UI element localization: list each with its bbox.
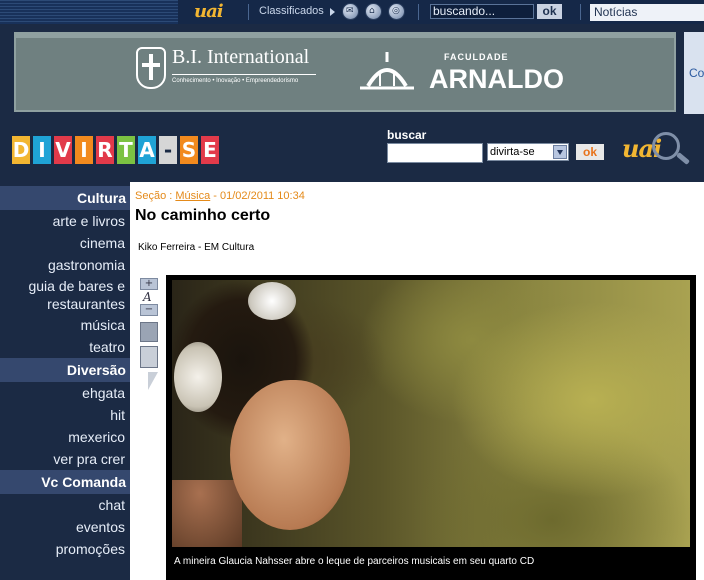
- section-line: Seção : Música - 01/02/2011 10:34: [135, 190, 305, 202]
- globe-icon[interactable]: ◎: [388, 3, 405, 20]
- sidebar-nav: Cultura arte e livros cinema gastronomia gui…: [0, 186, 130, 580]
- print-icon[interactable]: [140, 346, 158, 368]
- buscar-label: buscar: [387, 128, 427, 142]
- decorative-stripes: [0, 0, 178, 24]
- article-title: No caminho certo: [135, 207, 271, 224]
- photo-caption: A mineira Glaucia Nahsser abre o leque d…: [174, 556, 535, 567]
- banner-stripe: [16, 34, 674, 38]
- crest-icon: [136, 47, 166, 89]
- uai-logo[interactable]: uai: [610, 128, 694, 174]
- divider: [418, 4, 419, 20]
- article-date: - 01/02/2011 10:34: [213, 190, 305, 202]
- photo-shoulder: [172, 480, 242, 547]
- side-ad[interactable]: Co: [684, 32, 704, 114]
- buscar-ok-button[interactable]: ok: [576, 144, 604, 160]
- article-photo[interactable]: [172, 280, 690, 547]
- sidebar-item[interactable]: eventos: [0, 516, 130, 538]
- zoom-in-button[interactable]: +: [140, 278, 158, 290]
- top-search-input[interactable]: buscando...: [430, 4, 534, 19]
- top-search-ok-button[interactable]: ok: [537, 4, 562, 19]
- brand-letter-tile: R: [96, 136, 114, 164]
- sidebar-section-1[interactable]: Diversão: [0, 358, 130, 382]
- buscar-input[interactable]: [387, 143, 483, 163]
- buscar-category-select[interactable]: divirta-se: [487, 143, 569, 161]
- brand-letter-tile: E: [201, 136, 219, 164]
- article-author: Kiko Ferreira - EM Cultura: [138, 242, 255, 253]
- secao-musica-link[interactable]: Música: [175, 190, 210, 202]
- brand-letter-tile: S: [180, 136, 198, 164]
- mail-icon[interactable]: ✉: [342, 3, 359, 20]
- brand-letter-tile: -: [159, 136, 177, 164]
- sidebar-item[interactable]: arte e livros: [0, 210, 130, 232]
- brand-letter-tile: V: [54, 136, 72, 164]
- font-size-icon: A: [143, 290, 152, 304]
- arnaldo-label: ARNALDO: [429, 64, 564, 94]
- sidebar-item[interactable]: promoções: [0, 538, 130, 560]
- sidebar-item[interactable]: chat: [0, 494, 130, 516]
- article-photo-frame: A mineira Glaucia Nahsser abre o leque d…: [166, 275, 696, 580]
- divider: [172, 74, 316, 75]
- sidebar-item[interactable]: hit: [0, 404, 130, 426]
- sidebar-item[interactable]: cinema: [0, 232, 130, 254]
- sidebar-item[interactable]: mexerico: [0, 426, 130, 448]
- divider: [248, 4, 249, 20]
- zoom-out-button[interactable]: −: [140, 304, 158, 316]
- brand-letter-tile: D: [12, 136, 30, 164]
- magnifier-handle: [676, 152, 690, 165]
- bi-international-name: B.I. International: [172, 46, 310, 68]
- banner-area: B.I. International Conhecimento • Inovaç…: [0, 24, 704, 120]
- brand-letter-tile: T: [117, 136, 135, 164]
- photo-face: [230, 380, 350, 530]
- sidebar-item[interactable]: ehgata: [0, 382, 130, 404]
- tools-pointer: [148, 372, 158, 390]
- arrow-right-icon: [330, 8, 335, 16]
- top-bar: uai Classificados ✉ ⌂ ◎ buscando... ok N…: [0, 0, 704, 24]
- brand-letter-tile: I: [33, 136, 51, 164]
- divider: [580, 4, 581, 20]
- bi-tagline: Conhecimento • Inovação • Empreendedoris…: [172, 78, 299, 84]
- sidebar-item[interactable]: guia de bares e restaurantes: [0, 276, 130, 314]
- chevron-down-icon[interactable]: [553, 145, 567, 159]
- buscar-select-value: divirta-se: [490, 146, 535, 158]
- article-content: Seção : Música - 01/02/2011 10:34 No cam…: [130, 182, 704, 580]
- side-ad-text: Co: [689, 66, 704, 80]
- photo-flower: [248, 282, 296, 320]
- brand-bar: DIVIRTA-SE buscar divirta-se ok uai: [0, 120, 704, 182]
- faculdade-label: FACULDADE: [444, 52, 509, 62]
- ad-banner[interactable]: B.I. International Conhecimento • Inovaç…: [14, 32, 676, 112]
- sidebar-section-0[interactable]: Cultura: [0, 186, 130, 210]
- sidebar-item[interactable]: teatro: [0, 336, 130, 358]
- sidebar-item[interactable]: música: [0, 314, 130, 336]
- secao-label: Seção :: [135, 190, 173, 202]
- email-icon[interactable]: [140, 322, 158, 342]
- brand-letter-tile: I: [75, 136, 93, 164]
- brand-letter-tile: A: [138, 136, 156, 164]
- sidebar-item[interactable]: ver pra crer: [0, 448, 130, 470]
- article-tools: + A −: [138, 274, 160, 394]
- uai-logo-small[interactable]: uai: [194, 1, 224, 22]
- noticias-select[interactable]: Notícias: [590, 4, 704, 21]
- home-icon[interactable]: ⌂: [365, 3, 382, 20]
- dome-logo-icon: [360, 52, 414, 90]
- sidebar-section-2[interactable]: Vc Comanda: [0, 470, 130, 494]
- sidebar-item[interactable]: gastronomia: [0, 254, 130, 276]
- classificados-link[interactable]: Classificados: [259, 5, 324, 17]
- photo-flower: [174, 342, 222, 412]
